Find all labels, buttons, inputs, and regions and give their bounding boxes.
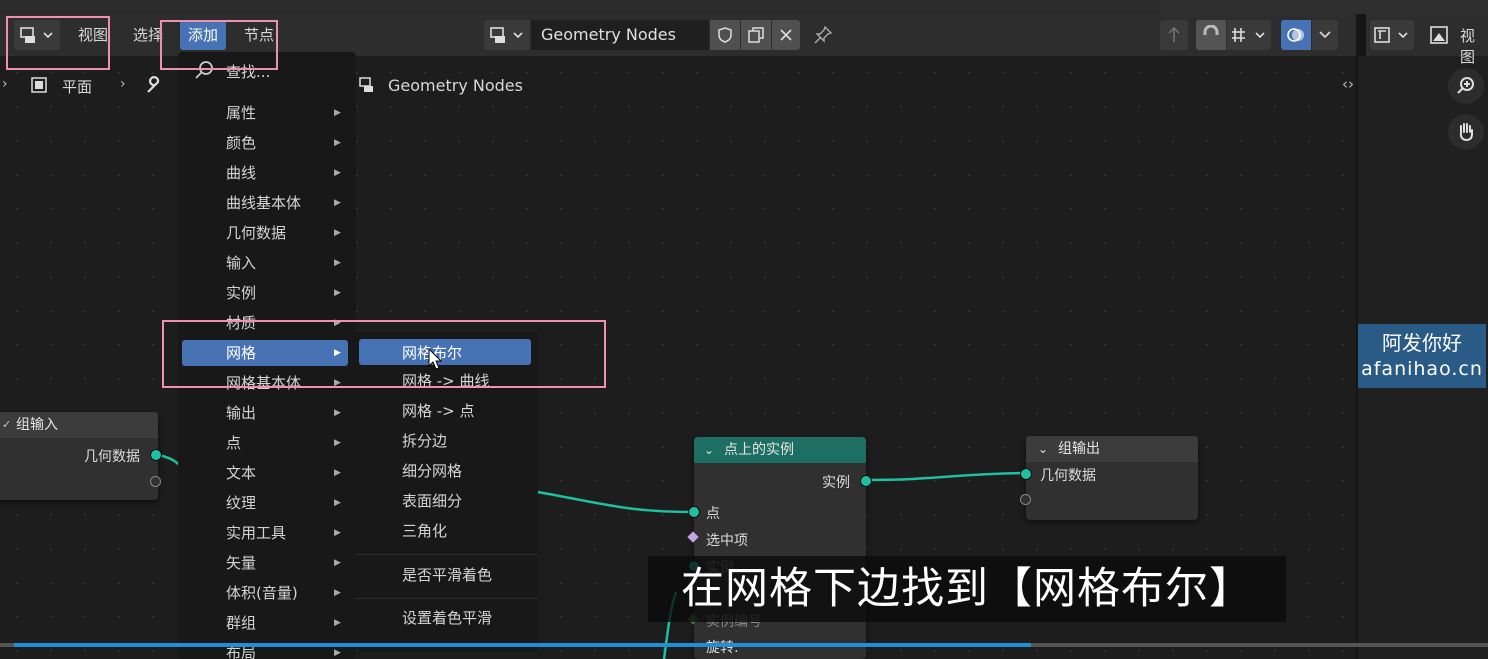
add-menu-item-point[interactable]: 点 ▶ — [178, 428, 356, 458]
group-input-title: 组输入 — [16, 417, 58, 433]
instance-on-points-header[interactable]: ⌄ 点上的实例 — [694, 437, 866, 463]
submenu-arrow-icon: ▶ — [334, 168, 341, 178]
add-menu-item-text[interactable]: 文本 ▶ — [178, 458, 356, 488]
group-input-geometry-label: 几何数据 — [84, 449, 140, 465]
add-menu-item-group[interactable]: 群组 ▶ — [178, 608, 356, 638]
zoom-button[interactable] — [1448, 68, 1484, 104]
instances-output-socket[interactable] — [860, 475, 872, 487]
video-progress-fill — [14, 643, 1031, 647]
watermark-line2: afanihao.cn — [1361, 358, 1483, 380]
rotation-label: 旋转: — [706, 640, 739, 656]
submenu-item-mesh-to-points[interactable]: 网格 -> 点 — [356, 396, 538, 426]
pan-button[interactable] — [1448, 114, 1484, 150]
submenu-arrow-icon: ▶ — [334, 648, 341, 658]
collapse-chevron-icon[interactable]: ⌄ — [1038, 436, 1048, 462]
submenu-item-is-shade-smooth[interactable]: 是否平滑着色 — [356, 560, 538, 590]
add-menu-item-attribute[interactable]: 属性 ▶ — [178, 98, 356, 128]
add-menu-item-layout[interactable]: 布局 ▶ — [178, 638, 356, 659]
submenu-arrow-icon: ▶ — [334, 528, 341, 538]
submenu-separator — [356, 554, 538, 555]
empty-output-socket[interactable] — [150, 476, 161, 487]
annotation-box-editor-menus — [6, 16, 110, 70]
add-menu-item-instances[interactable]: 实例 ▶ — [178, 278, 356, 308]
instance-on-points-title: 点上的实例 — [724, 442, 794, 458]
submenu-arrow-icon: ▶ — [334, 468, 341, 478]
annotation-box-mesh-boolean — [162, 320, 606, 388]
submenu-arrow-icon: ▶ — [334, 228, 341, 238]
add-menu-item-utilities[interactable]: 实用工具 ▶ — [178, 518, 356, 548]
empty-input-socket[interactable] — [1020, 494, 1031, 505]
image-icon — [1430, 26, 1448, 44]
hand-icon — [1459, 123, 1473, 142]
image-editor-icon — [1374, 27, 1408, 43]
right-view-icon-button[interactable] — [1426, 22, 1452, 48]
submenu-arrow-icon: ▶ — [334, 558, 341, 568]
group-input-header[interactable]: ✓ 组输入 — [0, 412, 158, 438]
watermark-line1: 阿发你好 — [1382, 331, 1462, 355]
zoom-in-icon — [1457, 77, 1474, 94]
submenu-item-subdivide-mesh[interactable]: 细分网格 — [356, 456, 538, 486]
add-menu-item-color[interactable]: 颜色 ▶ — [178, 128, 356, 158]
group-output-title: 组输出 — [1058, 441, 1100, 457]
submenu-item-split-edges[interactable]: 拆分边 — [356, 426, 538, 456]
geometry-output-socket[interactable] — [150, 449, 162, 461]
submenu-item-subdivision-surface[interactable]: 表面细分 — [356, 486, 538, 516]
geometry-input-socket[interactable] — [1020, 468, 1032, 480]
add-menu-item-input[interactable]: 输入 ▶ — [178, 248, 356, 278]
add-menu-item-vector[interactable]: 矢量 ▶ — [178, 548, 356, 578]
points-input-socket[interactable] — [688, 506, 700, 518]
group-input-node[interactable]: ✓ 组输入 几何数据 — [0, 412, 162, 500]
instances-output-label: 实例 — [822, 475, 850, 491]
group-output-node[interactable]: ⌄ 组输出 几何数据 — [1020, 436, 1198, 520]
submenu-arrow-icon: ▶ — [334, 408, 341, 418]
submenu-arrow-icon: ▶ — [334, 108, 341, 118]
submenu-arrow-icon: ▶ — [334, 258, 341, 268]
submenu-arrow-icon: ▶ — [334, 498, 341, 508]
collapse-chevron-icon[interactable]: ✓ — [2, 412, 11, 438]
add-menu-item-curve[interactable]: 曲线 ▶ — [178, 158, 356, 188]
submenu-arrow-icon: ▶ — [334, 588, 341, 598]
submenu-arrow-icon: ▶ — [334, 138, 341, 148]
collapse-chevron-icon[interactable]: ⌄ — [704, 437, 714, 463]
add-menu-item-curve-primitives[interactable]: 曲线基本体 ▶ — [178, 188, 356, 218]
add-menu-item-geometry[interactable]: 几何数据 ▶ — [178, 218, 356, 248]
submenu-arrow-icon: ▶ — [334, 288, 341, 298]
annotation-box-add-menu — [160, 20, 278, 70]
submenu-arrow-icon: ▶ — [334, 618, 341, 628]
points-input-label: 点 — [706, 506, 720, 522]
submenu-arrow-icon: ▶ — [334, 438, 341, 448]
selection-input-label: 选中项 — [706, 533, 748, 549]
submenu-item-set-shade-smooth[interactable]: 设置着色平滑 — [356, 603, 538, 633]
submenu-arrow-icon: ▶ — [334, 198, 341, 208]
submenu-separator — [356, 598, 538, 599]
group-output-geometry-label: 几何数据 — [1040, 468, 1096, 484]
video-subtitle: 在网格下边找到【网格布尔】 — [648, 556, 1286, 622]
add-menu-item-texture[interactable]: 纹理 ▶ — [178, 488, 356, 518]
instance-on-points-node[interactable]: ⌄ 点上的实例 实例 点 选中项 实例 实例编号 旋转: — [687, 437, 872, 659]
group-output-header[interactable]: ⌄ 组输出 — [1026, 436, 1198, 462]
right-menu-view[interactable]: 视图 — [1460, 25, 1488, 67]
add-menu-item-volume[interactable]: 体积(音量) ▶ — [178, 578, 356, 608]
right-editor-type-dropdown[interactable] — [1370, 20, 1414, 50]
add-menu-item-output[interactable]: 输出 ▶ — [178, 398, 356, 428]
submenu-item-triangulate[interactable]: 三角化 — [356, 516, 538, 546]
